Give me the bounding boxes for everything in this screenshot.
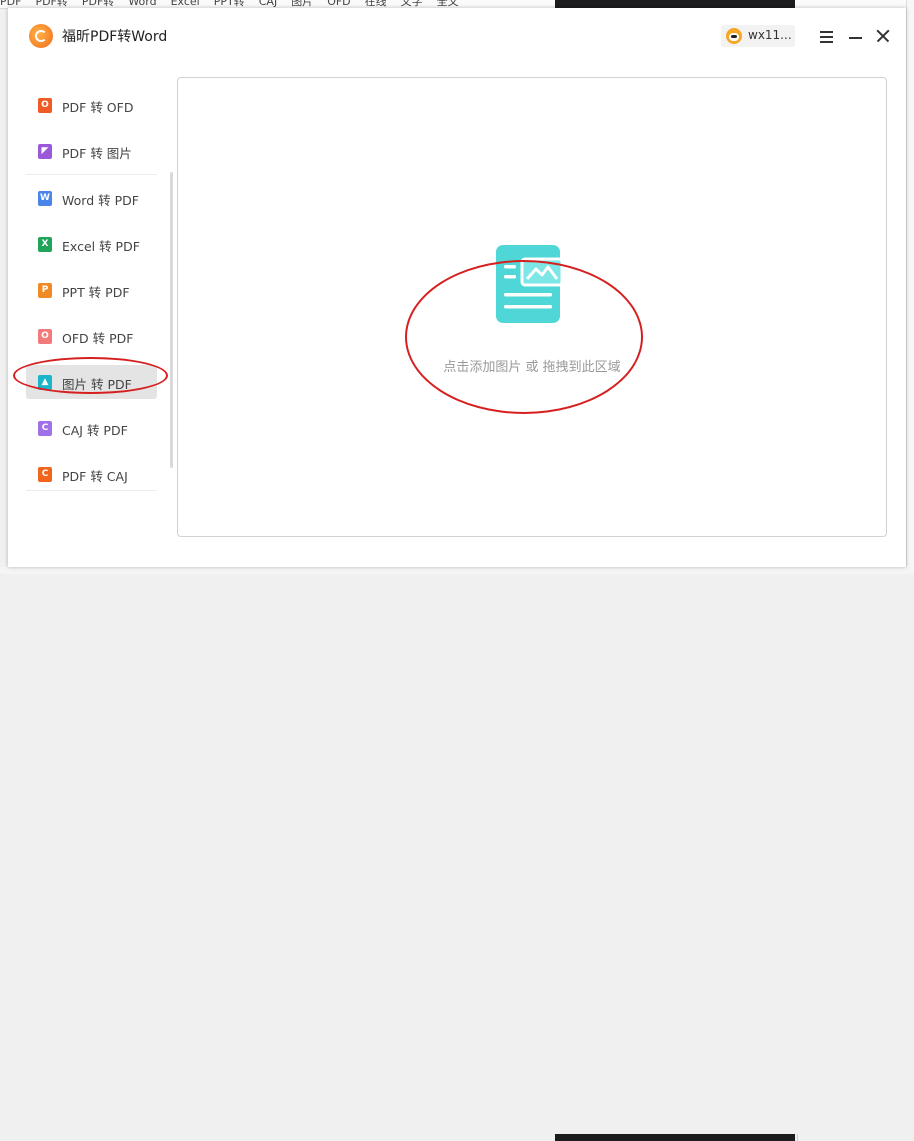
background-dark-panel [555,0,795,8]
image-icon: ◤ [38,144,52,159]
sidebar-item-label: OFD 转 PDF [62,331,134,346]
sidebar-item-label: Word 转 PDF [62,193,139,208]
close-icon[interactable] [875,28,891,44]
sidebar-item-label: 图片 转 PDF [62,377,132,392]
avatar [726,28,742,44]
user-account-button[interactable]: wx11... [721,25,795,47]
sidebar-item[interactable]: C CAJ 转 PDF [26,411,157,445]
sidebar-item-label: CAJ 转 PDF [62,423,128,438]
sidebar-divider [26,490,157,491]
background-menu-item: Excel [170,0,200,8]
file-drop-zone[interactable]: 点击添加图片 或 拖拽到此区域 [177,77,887,537]
sidebar-item-label: PDF 转 CAJ [62,469,128,484]
sidebar-divider [26,174,157,175]
sidebar-item[interactable]: P PPT 转 PDF [26,273,157,307]
caj-icon: C [38,421,52,436]
menu-icon[interactable] [819,28,835,44]
sidebar-item[interactable]: O OFD 转 PDF [26,319,157,353]
background-separator [797,1134,798,1141]
app-window: 福昕PDF转Word wx11... O PDF 转 OFD ◤ PDF 转 图片 W W… [8,8,906,567]
sidebar-item[interactable]: W Word 转 PDF [26,181,157,215]
title-bar[interactable]: 福昕PDF转Word wx11... [8,8,906,64]
background-menu-item: CAJ [258,0,278,8]
excel-icon: X [38,237,52,252]
background-menu-item: OFD [327,0,351,8]
sidebar-item[interactable]: C PDF 转 CAJ [26,457,157,491]
sidebar-item[interactable]: ▲ 图片 转 PDF [26,365,157,399]
background-menu-item: Word [128,0,157,8]
sidebar-item-label: Excel 转 PDF [62,239,140,254]
word-icon: W [38,191,52,206]
background-menu-item: PDF [0,0,22,8]
sidebar-item[interactable]: X Excel 转 PDF [26,227,157,261]
sidebar-item[interactable]: ◤ PDF 转 图片 [26,134,157,168]
background-dark-panel-bottom [555,1134,795,1141]
add-image-icon [496,245,564,323]
ofd-icon: O [38,98,52,113]
ppt-icon: P [38,283,52,298]
ofd-pdf-icon: O [38,329,52,344]
caj-export-icon: C [38,467,52,482]
app-title: 福昕PDF转Word [62,29,168,45]
sidebar-scrollbar[interactable] [170,172,173,468]
app-logo-icon [29,24,53,48]
user-name: wx11... [748,28,792,42]
background-right-panel [906,0,914,574]
sidebar-item-label: PDF 转 OFD [62,100,134,115]
picture-icon: ▲ [38,375,52,390]
sidebar-item[interactable]: O PDF 转 OFD [26,88,157,122]
drop-zone-hint: 点击添加图片 或 拖拽到此区域 [443,360,621,375]
background-bottom-bar [0,567,914,1141]
background-menu: PDF PDF转 PDF转 Word Excel PPT转 CAJ 图片 OFD 在线 文字 全文 [0,0,473,8]
minimize-icon[interactable] [848,28,864,44]
sidebar-item-label: PDF 转 图片 [62,146,132,161]
sidebar-item-label: PPT 转 PDF [62,285,130,300]
